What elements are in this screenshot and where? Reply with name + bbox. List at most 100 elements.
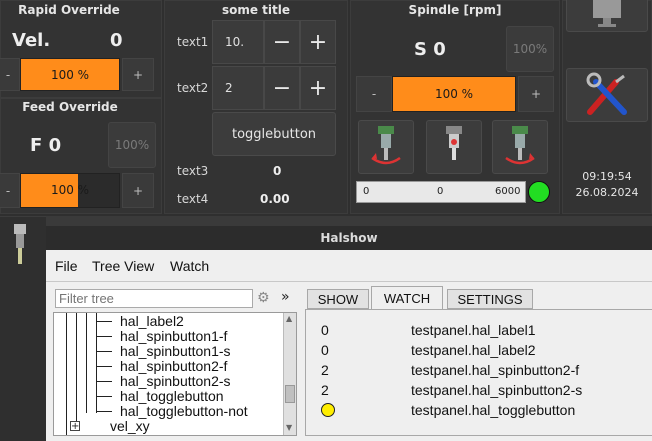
clock-time: 09:19:54	[582, 170, 632, 183]
tree-item[interactable]: hal_label2	[120, 314, 184, 329]
menu-watch[interactable]: Watch	[170, 258, 209, 274]
tab-watch[interactable]: WATCH	[371, 286, 443, 310]
spindle-cw-icon	[505, 126, 535, 165]
tree-guide-4	[96, 313, 97, 413]
spindle-at-speed-led	[528, 181, 550, 203]
filter-tree-input[interactable]	[55, 289, 253, 308]
watch-row: 0 testpanel.hal_label2	[316, 340, 646, 360]
text3-value: 0	[273, 164, 282, 178]
watch-signal-name: testpanel.hal_label1	[411, 322, 536, 338]
root: { "rapid": {"title":"Rapid Override","la…	[0, 0, 652, 441]
tree-scrollbar[interactable]: ▲ ▼	[283, 313, 296, 435]
lower-right-strip	[46, 216, 652, 226]
feed-minus-button[interactable]: -	[0, 173, 20, 208]
watch-value: 0	[321, 342, 329, 358]
menu-file[interactable]: File	[55, 258, 78, 274]
tree-item[interactable]: hal_spinbutton2-f	[120, 359, 227, 374]
rapid-velocity-value: 0	[110, 30, 123, 51]
menu-separator	[46, 281, 652, 282]
clock-date: 26.08.2024	[575, 186, 639, 199]
toggle-button-label: togglebutton	[231, 126, 317, 142]
tree-view: hal_label2 hal_spinbutton1-f hal_spinbutto…	[53, 312, 297, 436]
tree-item[interactable]: hal_togglebutton	[120, 389, 224, 404]
spinbutton1-plus-button[interactable]: +	[300, 20, 336, 64]
feed-plus-button[interactable]: +	[122, 173, 154, 208]
rapid-override-title: Rapid Override	[18, 3, 120, 17]
watch-signal-name: testpanel.hal_spinbutton2-s	[411, 382, 583, 398]
tree-parent-item[interactable]: vel_xy	[110, 419, 150, 434]
tree-connector	[96, 381, 112, 382]
spindle-stop-button[interactable]	[426, 120, 482, 174]
feed-override-title: Feed Override	[22, 100, 118, 114]
watch-value: 0	[321, 322, 329, 338]
spinbutton1-minus-button[interactable]: −	[264, 20, 300, 64]
spinbutton2-minus-button[interactable]: −	[264, 66, 300, 110]
watch-row: 0 testpanel.hal_label1	[316, 320, 646, 340]
tab-settings[interactable]: SETTINGS	[447, 289, 533, 309]
spindle-speed-bar: 0 0 6000	[356, 181, 526, 203]
spinbutton2-plus-button[interactable]: +	[300, 66, 336, 110]
spindle-percent-bar[interactable]: 100 %	[392, 76, 516, 112]
text4-label: text4	[177, 192, 209, 206]
spindle-bar-value: 0	[437, 186, 444, 197]
spindle-stop-icon	[446, 126, 462, 160]
watch-led	[321, 403, 335, 417]
tab-show[interactable]: SHOW	[307, 289, 369, 309]
tree-item[interactable]: hal_spinbutton2-s	[120, 374, 231, 389]
scroll-thumb[interactable]	[285, 385, 295, 403]
spindle-speed-value: S 0	[414, 39, 446, 60]
expand-button[interactable]: »	[281, 289, 290, 305]
menu-tree-view[interactable]: Tree View	[92, 258, 154, 274]
tree-connector	[96, 351, 112, 352]
tree-guide-3	[86, 313, 87, 413]
tools-button[interactable]	[566, 68, 648, 122]
text4-value: 0.00	[260, 192, 290, 206]
halshow-title: Halshow	[320, 231, 378, 245]
watch-row: testpanel.hal_togglebutton	[316, 400, 646, 420]
rapid-velocity-label: Vel.	[12, 30, 51, 51]
scroll-down-arrow[interactable]: ▼	[286, 423, 292, 432]
rapid-plus-button[interactable]: +	[122, 58, 154, 91]
spindle-ccw-button[interactable]	[358, 120, 414, 174]
rapid-minus-button[interactable]: -	[0, 58, 20, 91]
tree-connector	[96, 411, 112, 412]
tree-connector	[96, 396, 112, 397]
watch-row: 2 testpanel.hal_spinbutton2-f	[316, 360, 646, 380]
some-title-heading: some title	[221, 3, 291, 17]
halshow-titlebar[interactable]: Halshow	[46, 226, 652, 250]
tree-guide-2	[76, 313, 77, 421]
spindle-cw-button[interactable]	[492, 120, 548, 174]
spindle-title: Spindle [rpm]	[408, 3, 502, 17]
tree-item[interactable]: hal_togglebutton-not	[120, 404, 248, 419]
text1-label: text1	[177, 35, 209, 49]
toggle-button[interactable]: togglebutton	[212, 112, 336, 156]
spinbutton1-value[interactable]: 10.	[212, 20, 264, 64]
tree-expand-box[interactable]: +	[70, 421, 80, 432]
gear-icon[interactable]: ⚙	[257, 290, 273, 306]
spindle-bar-min: 0	[363, 186, 370, 197]
monitor-icon	[593, 0, 621, 27]
tree-item[interactable]: hal_spinbutton1-s	[120, 344, 231, 359]
spindle-minus-button[interactable]: -	[356, 76, 392, 112]
tree-connector	[96, 321, 112, 322]
text2-label: text2	[177, 81, 209, 95]
feed-value: F 0	[30, 135, 62, 156]
spindle-ccw-icon	[371, 126, 401, 165]
screen-button[interactable]	[566, 0, 648, 32]
watch-row: 2 testpanel.hal_spinbutton2-s	[316, 380, 646, 400]
spindle-plus-button[interactable]: +	[518, 76, 554, 112]
watch-value: 2	[321, 362, 329, 378]
scroll-up-arrow[interactable]: ▲	[286, 314, 292, 323]
spindle-reset-button[interactable]: 100%	[506, 26, 554, 72]
spinbutton2-value[interactable]: 2	[212, 66, 264, 110]
tree-connector	[96, 336, 112, 337]
watch-signal-name: testpanel.hal_label2	[411, 342, 536, 358]
spindle-bar-max: 6000	[495, 186, 521, 197]
text3-label: text3	[177, 164, 209, 178]
feed-reset-button[interactable]: 100%	[108, 122, 156, 168]
feed-percent-text: 100 %	[50, 183, 90, 197]
watch-signal-name: testpanel.hal_togglebutton	[411, 402, 576, 418]
feed-percent-track[interactable]: 100 %	[20, 173, 120, 208]
tree-item[interactable]: hal_spinbutton1-f	[120, 329, 227, 344]
rapid-percent-bar[interactable]: 100 %	[20, 58, 120, 91]
